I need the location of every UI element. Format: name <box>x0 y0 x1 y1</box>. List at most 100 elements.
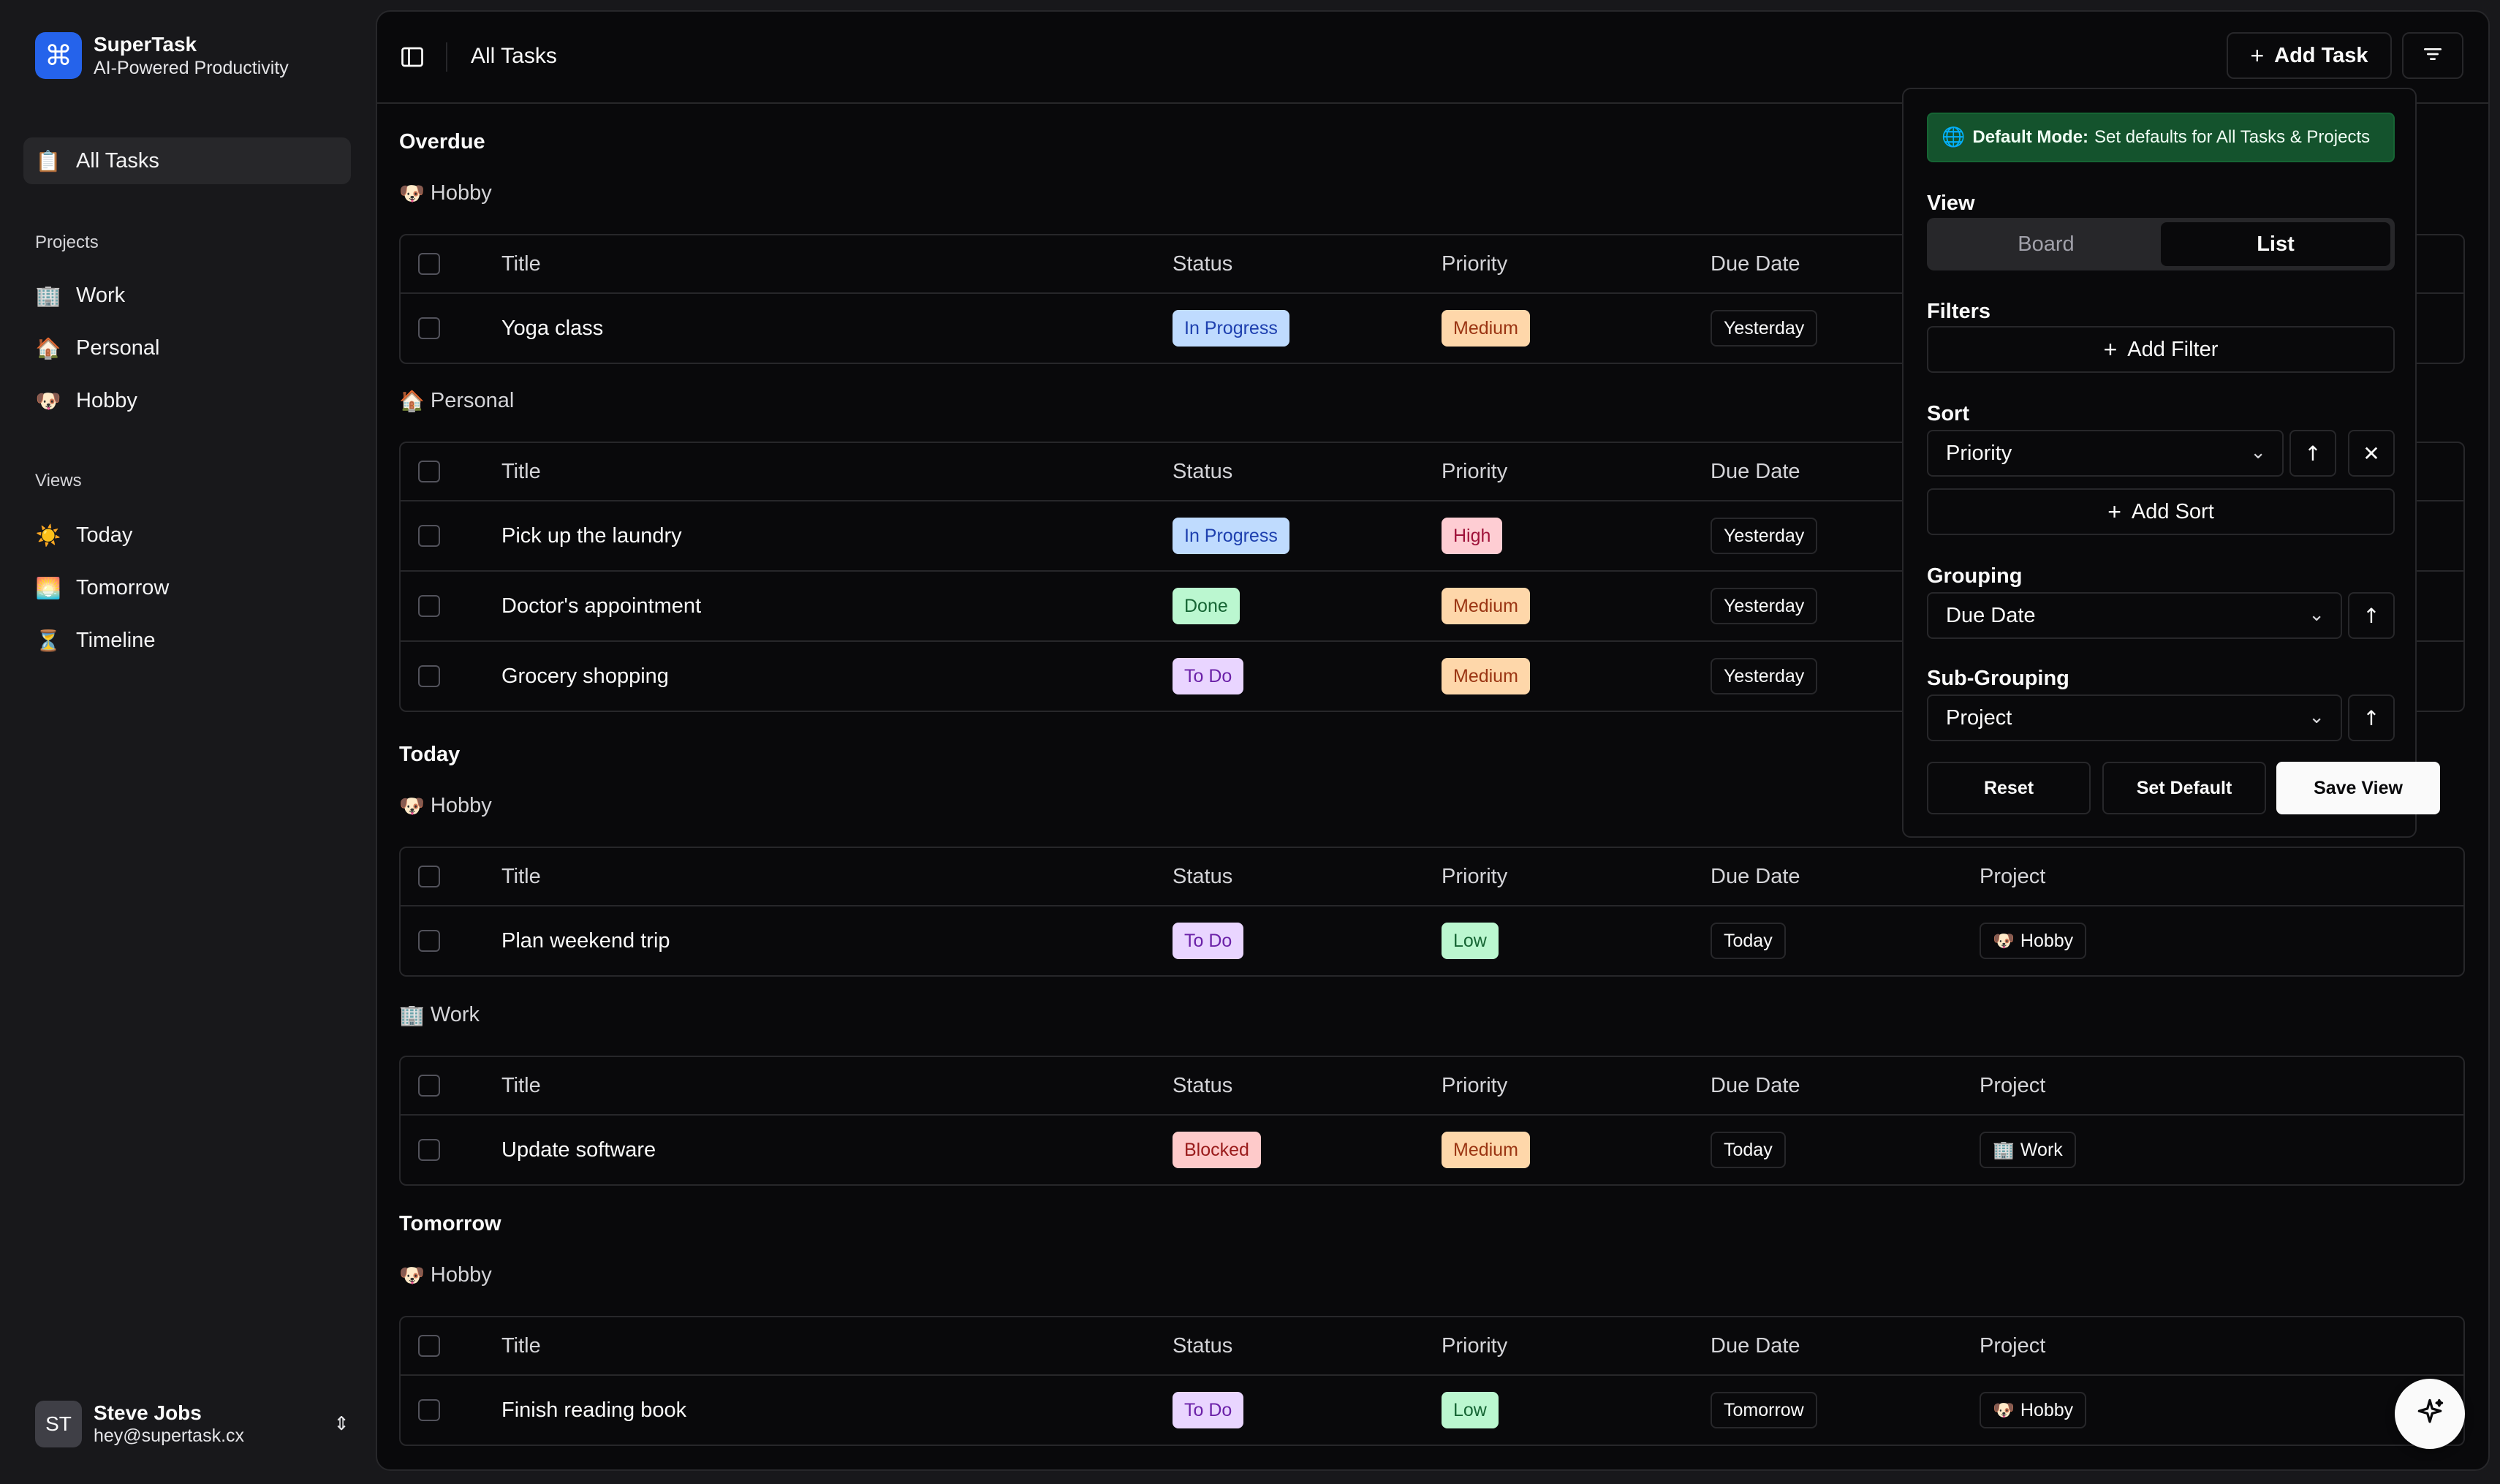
projects-heading: Projects <box>35 232 99 252</box>
priority-badge[interactable]: High <box>1442 518 1503 554</box>
task-title[interactable]: Doctor's appointment <box>501 572 701 640</box>
view-options-button[interactable] <box>2402 32 2463 79</box>
table-row[interactable]: Update software Blocked Medium Today 🏢 Wo… <box>401 1114 2463 1184</box>
add-task-button[interactable]: + Add Task <box>2227 32 2392 79</box>
priority-badge[interactable]: Low <box>1442 1392 1499 1428</box>
subgroup-label: Hobby <box>430 1263 492 1287</box>
due-date-badge[interactable]: Yesterday <box>1711 588 1818 624</box>
row-checkbox[interactable] <box>418 525 440 547</box>
column-header-title[interactable]: Title <box>501 848 541 905</box>
due-date-badge[interactable]: Yesterday <box>1711 518 1818 554</box>
row-checkbox[interactable] <box>418 930 440 952</box>
priority-badge[interactable]: Medium <box>1442 1132 1530 1168</box>
status-badge[interactable]: In Progress <box>1173 310 1289 347</box>
column-header-status[interactable]: Status <box>1173 1057 1232 1114</box>
view-list-option[interactable]: List <box>2161 222 2390 266</box>
column-header-priority[interactable]: Priority <box>1442 1057 1507 1114</box>
column-header-project[interactable]: Project <box>1980 848 2045 905</box>
sidebar-item-hobby[interactable]: 🐶 Hobby <box>23 377 351 424</box>
row-checkbox[interactable] <box>418 595 440 617</box>
column-header-due-date[interactable]: Due Date <box>1711 443 1800 500</box>
table-row[interactable]: Plan weekend trip To Do Low Today 🐶 Hobby <box>401 905 2463 975</box>
due-date-badge[interactable]: Yesterday <box>1711 310 1818 347</box>
status-badge[interactable]: Done <box>1173 588 1240 624</box>
row-checkbox[interactable] <box>418 1139 440 1161</box>
priority-badge[interactable]: Medium <box>1442 588 1530 624</box>
ai-assistant-button[interactable] <box>2395 1379 2465 1449</box>
status-badge[interactable]: Blocked <box>1173 1132 1261 1168</box>
table-row[interactable]: Finish reading book To Do Low Tomorrow 🐶… <box>401 1374 2463 1445</box>
sidebar-item-personal[interactable]: 🏠 Personal <box>23 325 351 371</box>
column-header-title[interactable]: Title <box>501 235 541 292</box>
project-badge[interactable]: 🐶 Hobby <box>1980 1392 2087 1428</box>
save-view-button[interactable]: Save View <box>2276 762 2440 814</box>
due-date-badge[interactable]: Tomorrow <box>1711 1392 1817 1428</box>
column-header-due-date[interactable]: Due Date <box>1711 848 1800 905</box>
column-header-status[interactable]: Status <box>1173 235 1232 292</box>
column-header-priority[interactable]: Priority <box>1442 235 1507 292</box>
column-header-due-date[interactable]: Due Date <box>1711 1057 1800 1114</box>
grouping-direction-button[interactable]: ↑ <box>2348 592 2395 639</box>
task-title[interactable]: Update software <box>501 1116 656 1184</box>
column-header-title[interactable]: Title <box>501 443 541 500</box>
column-header-due-date[interactable]: Due Date <box>1711 235 1800 292</box>
sidebar-item-today[interactable]: ☀️ Today <box>23 512 351 559</box>
priority-badge[interactable]: Low <box>1442 923 1499 959</box>
task-title[interactable]: Finish reading book <box>501 1376 686 1445</box>
project-badge[interactable]: 🐶 Hobby <box>1980 923 2087 959</box>
column-header-project[interactable]: Project <box>1980 1317 2045 1374</box>
add-sort-button[interactable]: + Add Sort <box>1927 488 2395 535</box>
grouping-select[interactable]: Due Date ⌄ <box>1927 592 2342 639</box>
sidebar-toggle-icon[interactable] <box>399 44 425 70</box>
set-default-button[interactable]: Set Default <box>2102 762 2266 814</box>
status-badge[interactable]: To Do <box>1173 923 1244 959</box>
status-badge[interactable]: In Progress <box>1173 518 1289 554</box>
sort-select[interactable]: Priority ⌄ <box>1927 430 2284 477</box>
subgrouping-direction-button[interactable]: ↑ <box>2348 694 2395 741</box>
sort-direction-button[interactable]: ↑ <box>2289 430 2336 477</box>
task-title[interactable]: Grocery shopping <box>501 642 669 711</box>
column-header-status[interactable]: Status <box>1173 443 1232 500</box>
status-badge[interactable]: To Do <box>1173 658 1244 694</box>
column-header-due-date[interactable]: Due Date <box>1711 1317 1800 1374</box>
column-header-project[interactable]: Project <box>1980 1057 2045 1114</box>
brand[interactable]: ⌘ SuperTask AI-Powered Productivity <box>35 32 289 79</box>
select-all-checkbox[interactable] <box>418 1075 440 1097</box>
dog-icon: 🐶 <box>399 181 425 205</box>
column-header-priority[interactable]: Priority <box>1442 1317 1507 1374</box>
column-header-priority[interactable]: Priority <box>1442 848 1507 905</box>
sidebar-item-all-tasks[interactable]: 📋 All Tasks <box>23 137 351 184</box>
subgrouping-select[interactable]: Project ⌄ <box>1927 694 2342 741</box>
select-all-checkbox[interactable] <box>418 253 440 275</box>
reset-button[interactable]: Reset <box>1927 762 2091 814</box>
select-all-checkbox[interactable] <box>418 866 440 887</box>
add-filter-button[interactable]: + Add Filter <box>1927 326 2395 373</box>
column-header-title[interactable]: Title <box>501 1057 541 1114</box>
select-all-checkbox[interactable] <box>418 1335 440 1357</box>
column-header-status[interactable]: Status <box>1173 1317 1232 1374</box>
status-badge[interactable]: To Do <box>1173 1392 1244 1428</box>
task-title[interactable]: Plan weekend trip <box>501 906 670 975</box>
row-checkbox[interactable] <box>418 1399 440 1421</box>
column-header-priority[interactable]: Priority <box>1442 443 1507 500</box>
due-date-badge[interactable]: Today <box>1711 1132 1786 1168</box>
remove-sort-button[interactable]: ✕ <box>2348 430 2395 477</box>
view-board-option[interactable]: Board <box>1931 222 2161 266</box>
column-header-title[interactable]: Title <box>501 1317 541 1374</box>
priority-badge[interactable]: Medium <box>1442 310 1530 347</box>
sidebar-item-work[interactable]: 🏢 Work <box>23 272 351 319</box>
sidebar-item-timeline[interactable]: ⏳ Timeline <box>23 617 351 664</box>
select-all-checkbox[interactable] <box>418 461 440 482</box>
column-header-status[interactable]: Status <box>1173 848 1232 905</box>
priority-badge[interactable]: Medium <box>1442 658 1530 694</box>
task-title[interactable]: Yoga class <box>501 294 603 363</box>
due-date-badge[interactable]: Today <box>1711 923 1786 959</box>
sidebar-item-tomorrow[interactable]: 🌅 Tomorrow <box>23 564 351 611</box>
task-title[interactable]: Pick up the laundry <box>501 501 682 570</box>
project-badge[interactable]: 🏢 Work <box>1980 1132 2076 1168</box>
subgroup-label: Work <box>430 1003 480 1026</box>
due-date-badge[interactable]: Yesterday <box>1711 658 1818 694</box>
row-checkbox[interactable] <box>418 317 440 339</box>
user-menu[interactable]: ST Steve Jobs hey@supertask.cx ⇕ <box>35 1401 349 1447</box>
row-checkbox[interactable] <box>418 665 440 687</box>
